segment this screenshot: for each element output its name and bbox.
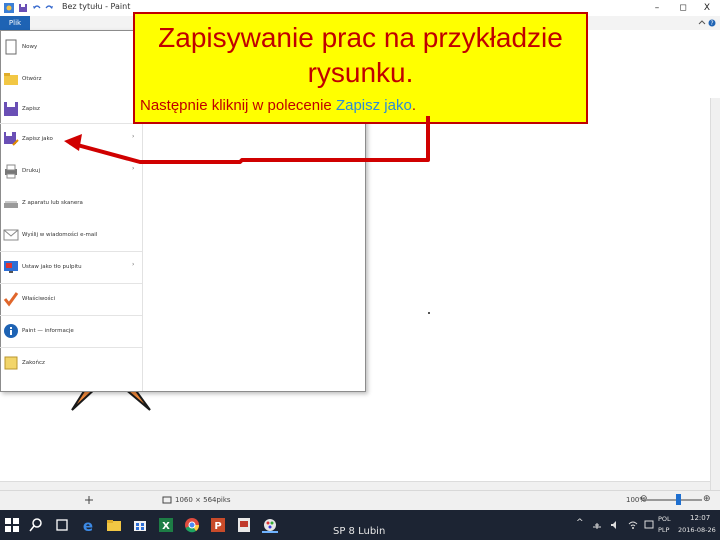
submenu-arrow-icon: › (132, 133, 135, 140)
file-explorer-icon[interactable] (106, 517, 122, 533)
zoom-slider-track[interactable] (646, 499, 702, 501)
taskbar-center-label: SP 8 Lubin (333, 526, 386, 537)
file-menu-item[interactable]: Otwórz (0, 64, 142, 94)
properties-check-icon (3, 292, 19, 307)
volume-icon[interactable] (610, 520, 620, 530)
svg-text:e: e (83, 517, 93, 533)
file-menu-item[interactable]: Zakończ (0, 348, 142, 378)
excel-icon[interactable]: X (158, 517, 174, 533)
open-folder-icon (4, 73, 18, 85)
minimize-button[interactable]: – (644, 0, 670, 16)
callout-body-suffix: . (411, 97, 416, 114)
file-menu-item-label: Zapisz jako (22, 136, 53, 142)
network-icon[interactable] (592, 520, 602, 530)
question-icon[interactable]: ? (708, 19, 716, 27)
file-menu-item[interactable]: Zapisz (0, 94, 142, 124)
desktop-background-icon (4, 261, 18, 273)
edge-browser-icon[interactable]: e (80, 517, 96, 533)
file-menu-item[interactable]: Ustaw jako tło pulpitu › (0, 252, 142, 282)
submenu-arrow-icon: › (132, 165, 135, 172)
file-menu-item[interactable]: Z aparatu lub skanera (0, 188, 142, 218)
redo-icon[interactable] (44, 3, 54, 13)
close-button[interactable]: X (694, 0, 720, 16)
tab-file[interactable]: Plik (0, 16, 30, 30)
save-quick-icon[interactable] (18, 3, 28, 13)
file-menu-item-label: Ustaw jako tło pulpitu (22, 264, 82, 270)
paint-taskbar-icon[interactable] (262, 517, 278, 533)
powerpoint-icon[interactable]: P (210, 517, 226, 533)
clock-time[interactable]: 12:07 (690, 514, 710, 522)
zoom-slider-thumb[interactable] (676, 494, 681, 505)
save-as-icon (4, 132, 19, 146)
language-indicator[interactable]: POL (658, 515, 671, 523)
printer-icon (5, 164, 17, 179)
file-menu-item-label: Paint — informacje (22, 328, 74, 334)
window-title: Bez tytułu - Paint (62, 2, 131, 11)
undo-icon[interactable] (32, 3, 42, 13)
task-view-icon[interactable] (54, 517, 70, 533)
info-icon (4, 324, 18, 338)
email-icon (3, 229, 19, 241)
clock-date[interactable]: 2016-08-26 (678, 526, 716, 534)
callout-body: Następnie kliknij w polecenie Zapisz jak… (140, 97, 416, 114)
svg-text:?: ? (710, 20, 713, 27)
file-menu-item[interactable]: Drukuj › (0, 156, 142, 186)
tray-expand-button[interactable]: ^ (576, 518, 584, 528)
svg-text:P: P (214, 521, 221, 532)
file-menu-item-label: Otwórz (22, 76, 42, 82)
save-disk-icon (4, 102, 18, 116)
file-menu-item[interactable]: Właściwości (0, 284, 142, 314)
maximize-button[interactable]: ◻ (670, 0, 696, 16)
file-menu-item[interactable]: Wyślij w wiadomości e-mail (0, 220, 142, 250)
submenu-arrow-icon: › (132, 261, 135, 268)
chrome-icon[interactable] (184, 517, 200, 533)
file-menu-item-label: Zakończ (22, 360, 45, 366)
file-menu-item[interactable]: Paint — informacje (0, 316, 142, 346)
callout-body-prefix: Następnie kliknij w polecenie (140, 97, 336, 114)
paint-app-icon (4, 3, 14, 13)
file-menu-item[interactable]: Zapisz jako › (0, 124, 142, 154)
keyboard-layout[interactable]: PLP (658, 526, 669, 534)
canvas-size-icon (162, 496, 172, 504)
canvas-size-text: 1060 × 564piks (175, 496, 231, 504)
file-menu-item-label: Z aparatu lub skanera (22, 200, 83, 206)
vertical-scrollbar[interactable] (710, 98, 720, 490)
file-menu-item-label: Nowy (22, 44, 38, 50)
file-menu-item[interactable]: Nowy (0, 32, 142, 62)
status-bar (0, 490, 720, 511)
scanner-icon (4, 201, 18, 208)
file-menu-item-label: Właściwości (22, 296, 56, 302)
cursor-position-icon (85, 496, 93, 504)
zoom-in-button[interactable]: ⊕ (703, 494, 711, 504)
chevron-up-icon[interactable] (698, 19, 706, 27)
search-icon[interactable] (28, 517, 44, 533)
new-document-icon (5, 39, 17, 55)
file-menu-item-label: Wyślij w wiadomości e-mail (22, 232, 98, 238)
exit-icon (4, 356, 18, 370)
store-icon[interactable] (132, 517, 148, 533)
file-menu-item-label: Drukuj (22, 168, 41, 174)
svg-text:X: X (162, 521, 170, 532)
windows-start-icon[interactable] (4, 517, 20, 533)
callout-title: Zapisywanie prac na przykładzie rysunku. (158, 22, 563, 88)
notification-icon[interactable] (644, 520, 654, 530)
file-menu-item-label: Zapisz (22, 106, 40, 112)
wifi-icon[interactable] (628, 520, 638, 530)
pdf-reader-icon[interactable] (236, 517, 252, 533)
callout-body-highlight: Zapisz jako (335, 97, 412, 114)
canvas-dot (428, 312, 430, 314)
